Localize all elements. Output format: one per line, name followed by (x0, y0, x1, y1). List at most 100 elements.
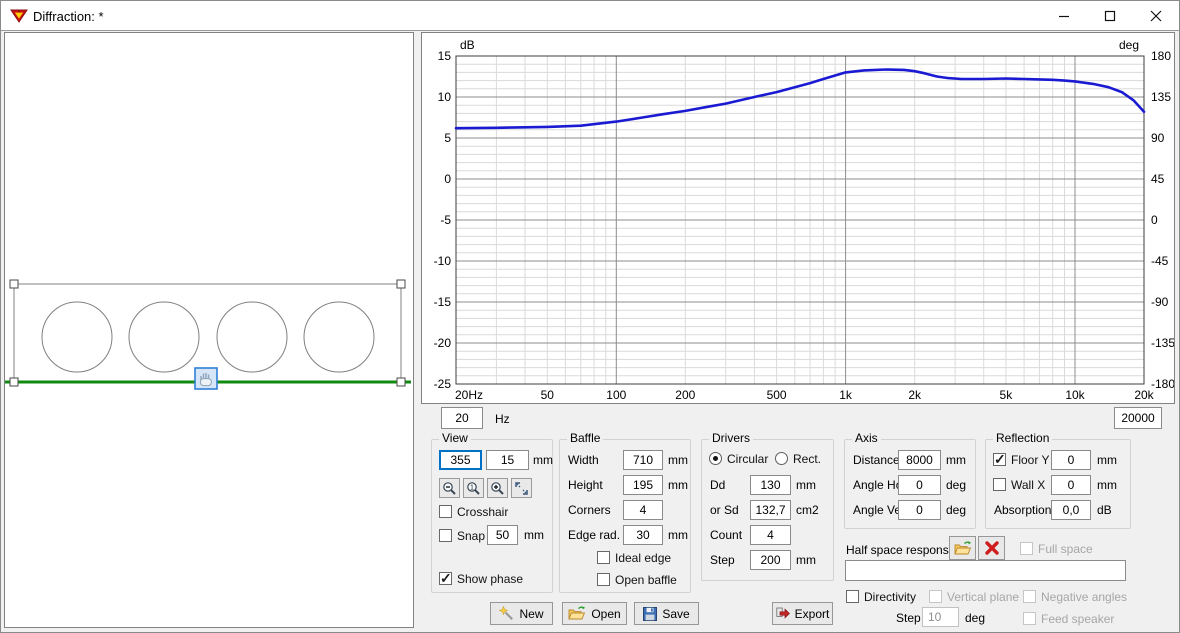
baffle-drawing (5, 33, 413, 627)
export-button[interactable]: Export (772, 602, 833, 625)
svg-text:5: 5 (444, 131, 451, 145)
dd-input[interactable] (750, 475, 791, 495)
rect-label: Rect. (793, 452, 821, 466)
svg-text:20Hz: 20Hz (455, 388, 483, 402)
close-button[interactable] (1133, 1, 1179, 30)
floor-checkbox[interactable]: Floor Y (993, 452, 1049, 467)
freq-max-input[interactable] (1114, 407, 1162, 429)
directivity-checkbox[interactable]: Directivity (846, 589, 916, 604)
svg-text:deg: deg (1119, 38, 1139, 52)
wand-icon (499, 606, 514, 621)
negative-angles-label: Negative angles (1041, 590, 1127, 604)
ideal-edge-checkbox[interactable]: Ideal edge (597, 550, 671, 565)
half-space-clear-button[interactable] (978, 536, 1005, 560)
svg-text:45: 45 (1151, 172, 1165, 186)
driver-circle[interactable] (129, 302, 199, 372)
driver-circle[interactable] (217, 302, 287, 372)
selection-handle[interactable] (397, 280, 405, 288)
open-button[interactable]: Open (562, 602, 627, 625)
minimize-button[interactable] (1041, 1, 1087, 30)
rect-radio[interactable]: Rect. (775, 451, 821, 466)
snap-value-input[interactable] (487, 525, 518, 545)
zoom-fit-button[interactable] (511, 478, 532, 498)
reflection-group-label: Reflection (993, 431, 1052, 445)
open-baffle-checkbox[interactable]: Open baffle (597, 572, 677, 587)
floor-label: Floor Y (1011, 453, 1049, 467)
angle-hor-input[interactable] (898, 475, 941, 495)
reflection-group: Reflection Floor Y mm Wall X mm Absorpti… (985, 439, 1131, 529)
show-phase-checkbox[interactable]: Show phase (439, 571, 523, 586)
checkbox-box (993, 478, 1006, 491)
freq-min-unit: Hz (495, 412, 510, 426)
wall-checkbox[interactable]: Wall X (993, 477, 1045, 492)
baffle-corners-input[interactable] (623, 500, 663, 520)
zoom-in-button[interactable] (487, 478, 508, 498)
directivity-step-unit: deg (965, 611, 985, 625)
window-title: Diffraction: * (33, 9, 104, 24)
driver-circle[interactable] (42, 302, 112, 372)
baffle-width-input[interactable] (623, 450, 663, 470)
crosshair-checkbox[interactable]: Crosshair (439, 504, 508, 519)
half-space-open-button[interactable] (949, 536, 976, 560)
svg-text:-10: -10 (434, 254, 452, 268)
freq-min-input[interactable] (441, 407, 483, 429)
new-button-label: New (519, 607, 543, 621)
svg-text:20k: 20k (1134, 388, 1154, 402)
checkbox-box (929, 590, 942, 603)
folder-open-icon (568, 606, 586, 621)
count-label: Count (710, 528, 742, 542)
svg-text:135: 135 (1151, 90, 1171, 104)
open-baffle-label: Open baffle (615, 573, 677, 587)
svg-text:90: 90 (1151, 131, 1165, 145)
view-x-input[interactable] (439, 450, 482, 470)
checkbox-box (993, 453, 1006, 466)
maximize-button[interactable] (1087, 1, 1133, 30)
export-arrow-icon (776, 607, 790, 620)
absorption-input[interactable] (1051, 500, 1091, 520)
negative-angles-checkbox: Negative angles (1023, 589, 1127, 604)
zoom-actual-icon: 1 (466, 481, 481, 496)
absorption-unit: dB (1097, 503, 1112, 517)
svg-text:200: 200 (675, 388, 695, 402)
checkbox-box (597, 573, 610, 586)
floor-input[interactable] (1051, 450, 1091, 470)
selection-handle[interactable] (10, 378, 18, 386)
snap-checkbox[interactable]: Snap (439, 528, 485, 543)
count-input[interactable] (750, 525, 791, 545)
angle-ver-input[interactable] (898, 500, 941, 520)
zoom-actual-button[interactable]: 1 (463, 478, 484, 498)
directivity-step-input (922, 607, 959, 627)
zoom-out-icon (442, 481, 457, 496)
baffle-canvas[interactable] (4, 32, 414, 628)
angle-hor-unit: deg (946, 478, 966, 492)
zoom-fit-icon (514, 481, 529, 496)
height-label: Height (568, 478, 603, 492)
new-button[interactable]: New (490, 602, 553, 625)
full-space-checkbox: Full space (1020, 541, 1093, 556)
driver-step-unit: mm (796, 553, 816, 567)
driver-step-input[interactable] (750, 550, 791, 570)
distance-input[interactable] (898, 450, 941, 470)
svg-text:10k: 10k (1065, 388, 1085, 402)
half-space-path-input[interactable] (845, 560, 1126, 581)
save-button[interactable]: Save (634, 602, 699, 625)
selection-handle[interactable] (10, 280, 18, 288)
edge-unit: mm (668, 528, 688, 542)
checkbox-box (439, 572, 452, 585)
driver-circle[interactable] (304, 302, 374, 372)
view-y-input[interactable] (486, 450, 529, 470)
circular-radio[interactable]: Circular (709, 451, 768, 466)
zoom-out-button[interactable] (439, 478, 460, 498)
sd-input[interactable] (750, 500, 791, 520)
radio-dot (775, 452, 788, 465)
delete-icon (984, 540, 1000, 556)
selection-handle[interactable] (397, 378, 405, 386)
wall-input[interactable] (1051, 475, 1091, 495)
svg-text:-15: -15 (434, 295, 452, 309)
baffle-height-input[interactable] (623, 475, 663, 495)
vertical-plane-checkbox: Vertical plane (929, 589, 1019, 604)
dd-unit: mm (796, 478, 816, 492)
grab-hand-icon[interactable] (195, 368, 217, 389)
baffle-edge-input[interactable] (623, 525, 663, 545)
directivity-step-label: Step (896, 611, 921, 625)
